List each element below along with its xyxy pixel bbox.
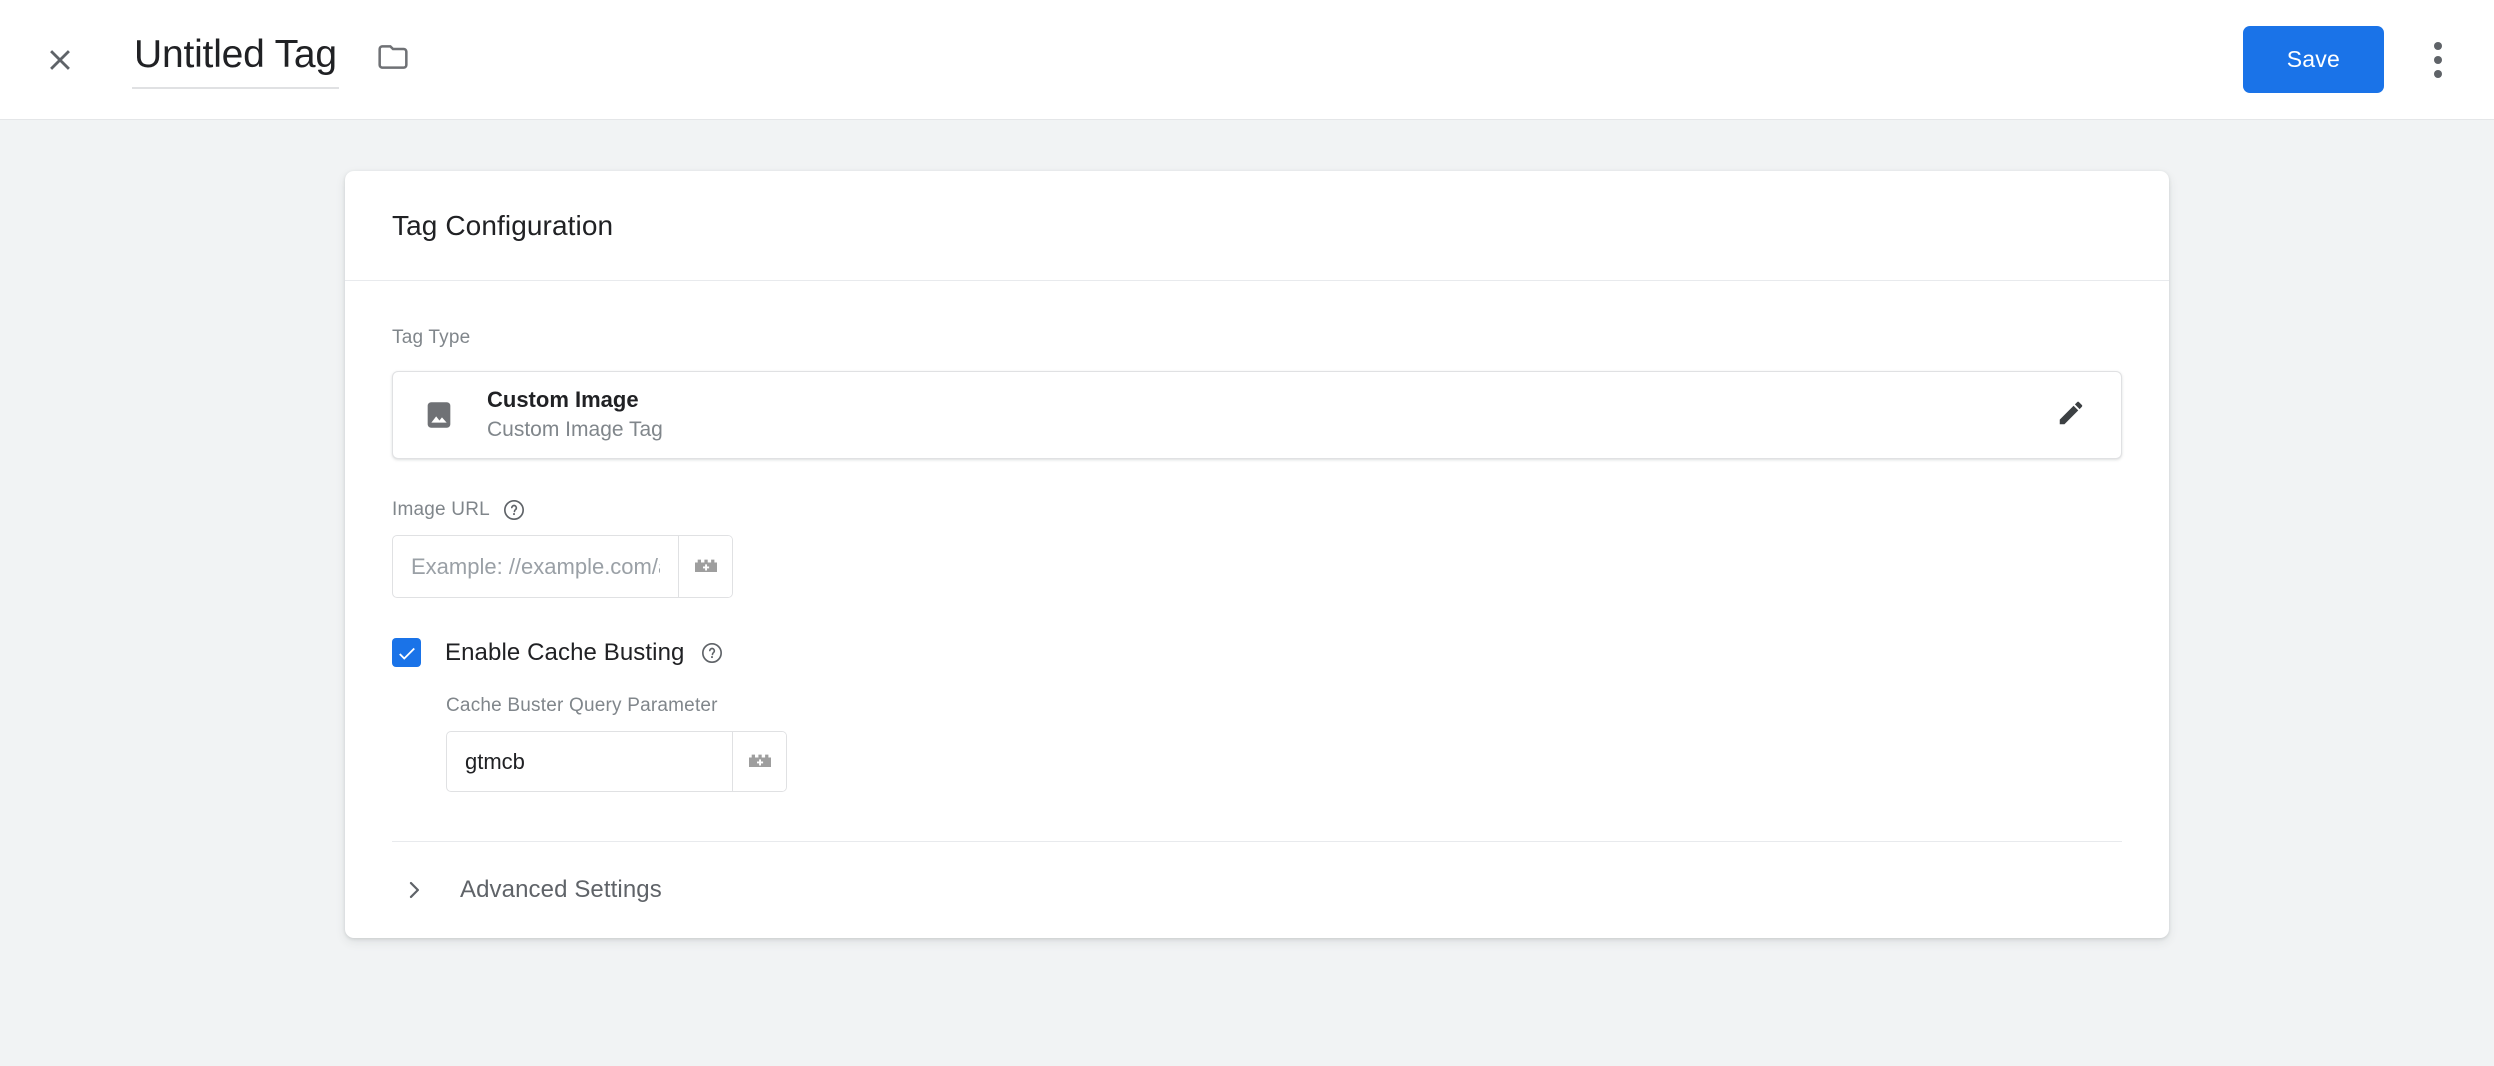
chevron-right-icon <box>400 877 428 903</box>
tag-type-label: Tag Type <box>392 327 2122 349</box>
advanced-settings-toggle[interactable]: Advanced Settings <box>392 842 2122 938</box>
card-body: Tag Type Custom Image Custom Image Tag I… <box>345 281 2169 938</box>
cache-buster-variable-picker-button[interactable] <box>732 732 786 791</box>
tag-title-group: Untitled Tag <box>132 30 415 89</box>
image-icon <box>421 397 457 433</box>
tag-type-selector[interactable]: Custom Image Custom Image Tag <box>392 371 2122 459</box>
card-header: Tag Configuration <box>345 171 2169 281</box>
close-button[interactable] <box>34 34 86 86</box>
image-url-label: Image URL <box>392 499 2122 521</box>
image-url-input[interactable] <box>393 536 678 597</box>
cache-buster-param-input-row <box>446 731 787 792</box>
header-actions: Save <box>2242 26 2466 93</box>
variable-picker-icon <box>746 748 774 775</box>
app-header: Untitled Tag Save <box>0 0 2494 120</box>
tag-title-input[interactable]: Untitled Tag <box>132 30 339 89</box>
checkmark-icon <box>398 647 415 660</box>
more-vert-icon <box>2434 41 2442 78</box>
pencil-icon <box>2056 398 2086 433</box>
save-button[interactable]: Save <box>2242 26 2384 93</box>
edit-tag-type-button[interactable] <box>2051 395 2091 435</box>
enable-cache-busting-row[interactable]: Enable Cache Busting <box>392 638 2122 667</box>
main-content: Tag Configuration Tag Type Custom Image … <box>0 120 2494 1066</box>
cache-buster-param-label: Cache Buster Query Parameter <box>446 695 718 716</box>
tag-type-name: Custom Image <box>487 386 639 412</box>
cache-buster-param-input[interactable] <box>447 732 732 791</box>
tag-configuration-card: Tag Configuration Tag Type Custom Image … <box>345 171 2169 938</box>
help-circle-icon[interactable] <box>503 499 525 521</box>
folder-button[interactable] <box>371 37 415 81</box>
tag-type-description: Custom Image Tag <box>487 418 663 442</box>
help-circle-icon[interactable] <box>701 642 723 664</box>
image-url-variable-picker-button[interactable] <box>678 536 732 597</box>
enable-cache-busting-checkbox[interactable] <box>392 638 421 667</box>
enable-cache-busting-label: Enable Cache Busting <box>445 638 685 666</box>
close-icon <box>43 43 77 77</box>
folder-icon <box>377 41 409 78</box>
tag-type-label-text: Tag Type <box>392 327 471 348</box>
image-url-input-row <box>392 535 733 598</box>
variable-picker-icon <box>692 553 720 580</box>
tag-type-text: Custom Image Custom Image Tag <box>487 386 663 445</box>
image-url-label-text: Image URL <box>392 499 490 520</box>
advanced-settings-label: Advanced Settings <box>460 876 662 903</box>
image-url-field: Image URL <box>392 499 2122 598</box>
card-title: Tag Configuration <box>392 209 614 241</box>
more-options-button[interactable] <box>2410 32 2466 88</box>
cache-buster-param-field: Cache Buster Query Parameter <box>446 695 2122 792</box>
